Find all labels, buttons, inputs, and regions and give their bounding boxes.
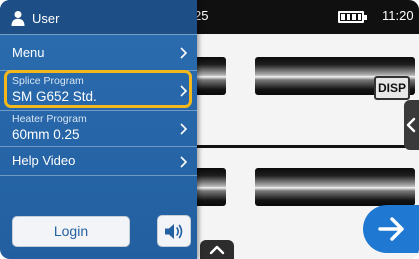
heater-program-title: Heater Program <box>12 113 87 125</box>
menu-item-help-video[interactable]: Help Video <box>0 146 197 176</box>
clock: 11:20 <box>382 8 414 23</box>
bottom-panel-tab[interactable] <box>200 240 234 259</box>
disp-button[interactable]: DISP <box>374 76 410 100</box>
chevron-right-icon <box>180 123 187 135</box>
menu-item-heater-program[interactable]: Heater Program 60mm 0.25 <box>0 110 197 146</box>
menu-item-label: Menu <box>12 45 45 60</box>
chevron-up-icon <box>209 245 225 255</box>
chevron-right-icon <box>180 85 187 97</box>
menu-item-splice-program[interactable]: Splice Program SM G652 Std. <box>0 70 197 110</box>
login-button[interactable]: Login <box>12 216 130 247</box>
sound-button[interactable] <box>157 215 191 247</box>
drawer-header: User <box>0 0 197 34</box>
menu-item-menu[interactable]: Menu <box>0 34 197 70</box>
splicer-screen: 25 11:20 DISP User Menu Splice Program S… <box>0 0 419 259</box>
fiber-right-bottom <box>255 168 415 206</box>
splice-program-value: SM G652 Std. <box>12 89 97 104</box>
chevron-left-icon <box>406 117 416 133</box>
side-panel-tab[interactable] <box>404 100 419 150</box>
user-label: User <box>32 11 60 26</box>
chevron-right-icon <box>180 156 187 168</box>
side-menu-drawer: User Menu Splice Program SM G652 Std. He… <box>0 0 197 259</box>
arrow-right-icon <box>378 217 404 241</box>
battery-icon <box>338 11 367 23</box>
speaker-icon <box>165 224 183 239</box>
chevron-right-icon <box>180 47 187 59</box>
heater-program-value: 60mm 0.25 <box>12 127 80 142</box>
help-video-label: Help Video <box>12 153 76 168</box>
user-icon <box>11 11 25 26</box>
next-step-button[interactable] <box>363 205 419 253</box>
splice-program-title: Splice Program <box>12 75 84 87</box>
